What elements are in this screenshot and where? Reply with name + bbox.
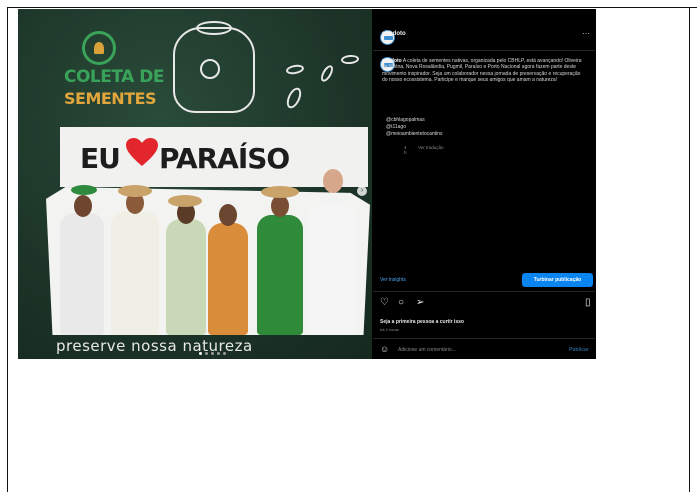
post-comment-button[interactable]: Publicar <box>569 347 589 353</box>
caption-username[interactable]: cbhdoto <box>382 58 402 64</box>
bookmark-icon[interactable]: ▯ <box>585 298 591 308</box>
page-top-rule <box>7 7 697 8</box>
hat-icon <box>71 185 97 195</box>
header-divider <box>373 50 595 51</box>
hat-icon <box>261 186 299 198</box>
more-options-icon[interactable]: ··· <box>582 29 590 38</box>
post-date: há 4 horas <box>380 327 399 332</box>
sack-leaf-icon <box>200 59 220 79</box>
likes-text: Seja a primeira pessoa a curtir isso <box>380 319 464 325</box>
carousel-dot[interactable] <box>211 352 214 355</box>
person-head <box>219 204 237 226</box>
seed-logo-icon <box>82 31 116 65</box>
comment-divider <box>373 338 595 339</box>
comment-input[interactable]: Adicione um comentário... <box>398 347 456 353</box>
comment-icon[interactable]: ○ <box>398 298 404 308</box>
mention-1[interactable]: @cbhlagopalmas <box>386 117 425 123</box>
carousel-dots <box>199 352 226 355</box>
person-4 <box>208 223 248 335</box>
carousel-dot[interactable] <box>223 352 226 355</box>
person-2 <box>111 211 159 335</box>
logo-line1: COLETA DE <box>64 67 164 87</box>
carousel-dot[interactable] <box>199 352 202 355</box>
heart-icon <box>126 138 158 166</box>
banner-text-paraiso: PARAÍSO <box>159 142 290 175</box>
person-1 <box>60 213 104 335</box>
share-icon[interactable]: ➢ <box>416 298 424 308</box>
page-left-rule <box>7 7 8 492</box>
mention-3[interactable]: @meioambientetocantins <box>386 131 443 137</box>
person-head <box>271 195 289 217</box>
banner-text-eu: EU <box>80 142 121 175</box>
emoji-icon[interactable]: ☺ <box>380 344 389 354</box>
person-5 <box>257 215 303 335</box>
hat-icon <box>118 185 152 197</box>
heart-icon[interactable]: ♡ <box>380 298 389 308</box>
post-image[interactable]: COLETA DE SEMENTES EU PARAÍSO › preserve… <box>18 9 372 359</box>
caption-text: A coleta de sementes nativas, organizada… <box>382 58 582 84</box>
see-translation-link[interactable]: Ver tradução <box>418 145 444 150</box>
logo-line2: SEMENTES <box>64 89 157 108</box>
carousel-dot[interactable] <box>217 352 220 355</box>
hat-icon <box>168 195 202 207</box>
actions-divider <box>373 291 595 292</box>
person-3 <box>166 219 206 335</box>
mention-2[interactable]: @t11ago <box>386 124 406 130</box>
person-6 <box>308 205 356 335</box>
carousel-dot[interactable] <box>205 352 208 355</box>
person-head <box>74 195 92 217</box>
person-head <box>323 169 343 193</box>
post-username[interactable]: cbhdoto <box>382 31 406 37</box>
page-right-rule <box>689 7 690 492</box>
post-caption: cbhdoto A coleta de sementes nativas, or… <box>382 58 582 84</box>
next-slide-icon[interactable]: › <box>357 186 367 196</box>
boost-post-button[interactable]: Turbinar publicação <box>522 273 593 287</box>
view-insights-link[interactable]: Ver insights <box>380 277 406 283</box>
post-time: 4 h <box>404 145 407 155</box>
